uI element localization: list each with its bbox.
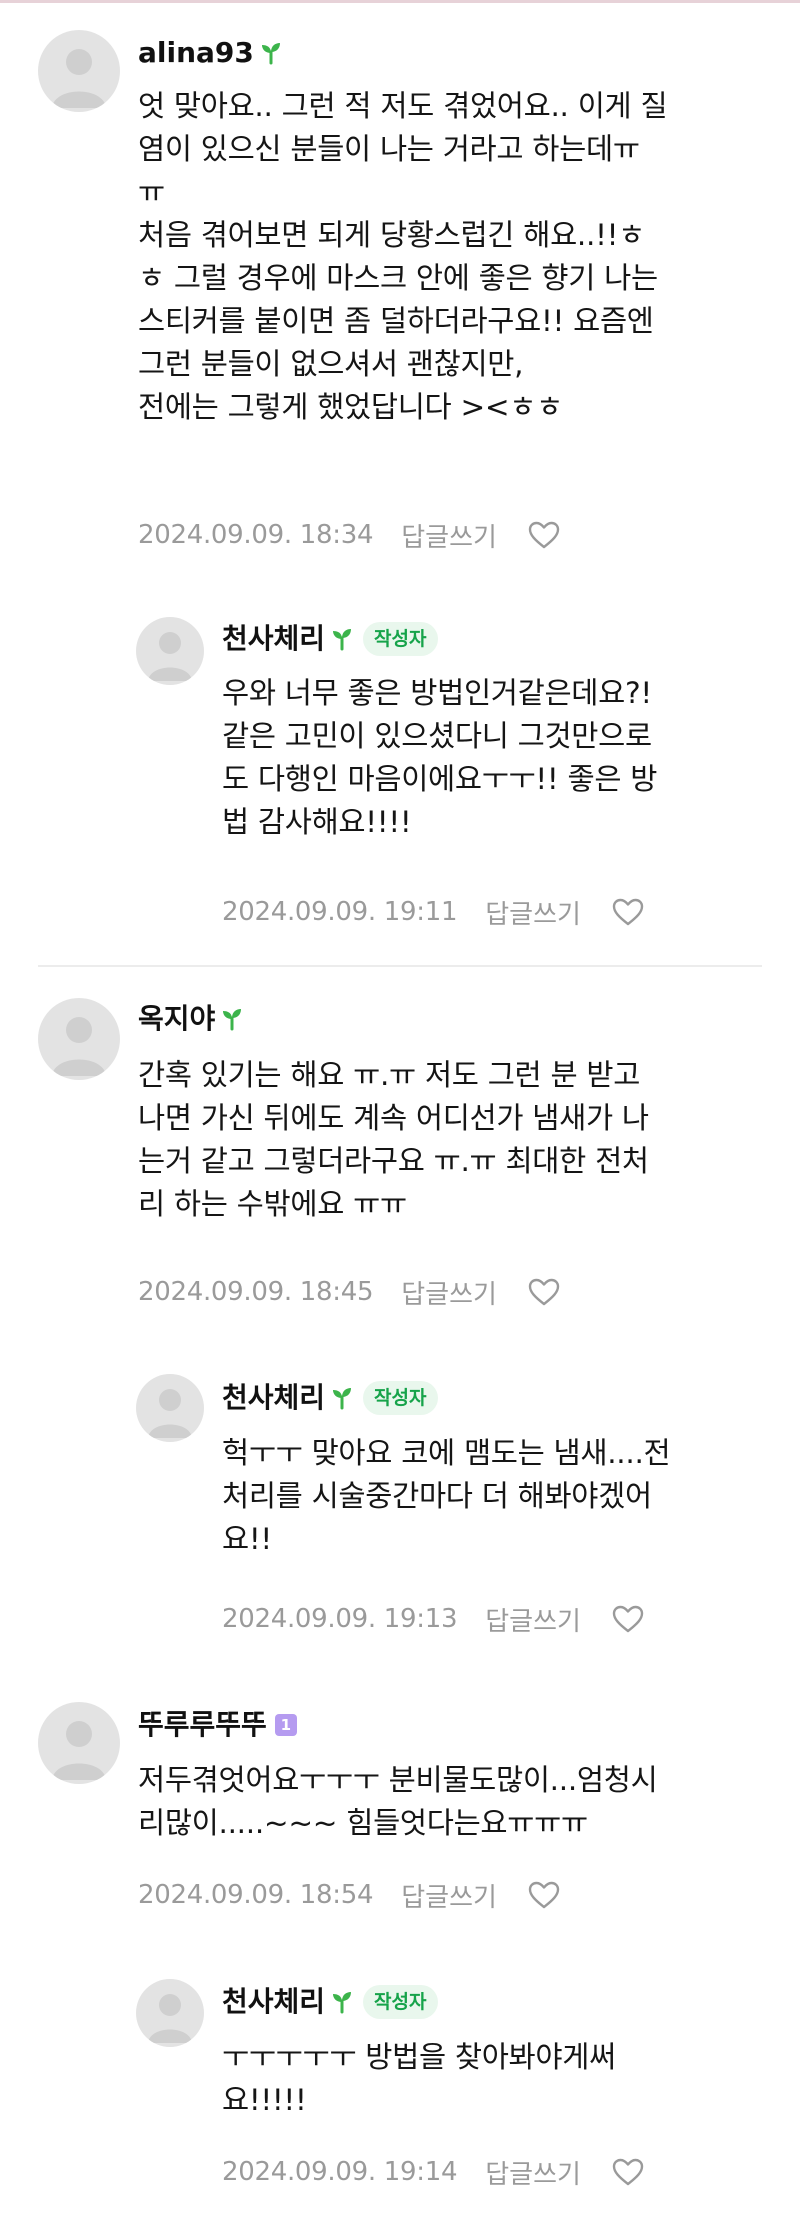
top-border [0, 0, 800, 3]
nickname[interactable]: 천사체리 [222, 619, 325, 659]
avatar[interactable] [38, 998, 120, 1080]
default-avatar-icon [52, 1721, 106, 1780]
heart-icon[interactable] [611, 897, 645, 927]
comment-header: 뚜루루뚜뚜 1 [138, 1705, 297, 1745]
author-badge: 작성자 [363, 622, 438, 656]
comment-body: 저두겪엇어요ㅜㅜㅜ 분비물도많이...엄청시 리많이.....~~~ 힘들엇다는… [138, 1759, 658, 1845]
comment-line: 요!!!!! [222, 2083, 307, 2117]
comment-meta: 2024.09.09. 19:14 답글쓰기 [222, 2152, 645, 2192]
comment-line: ㅠ [138, 175, 165, 209]
comment-line: 염이 있으신 분들이 나는 거라고 하는데ㅠ [138, 132, 640, 166]
comment-line: 같은 고민이 있으셨다니 그것만으로 [222, 719, 652, 753]
comment-date: 2024.09.09. 18:45 [138, 1277, 374, 1307]
comment-line: 헉ㅜㅜ 맞아요 코에 맴도는 냄새....전 [222, 1436, 671, 1470]
heart-icon[interactable] [527, 1880, 561, 1910]
comment-body: ㅜㅜㅜㅜㅜ 방법을 찾아봐야게써 요!!!!! [222, 2036, 616, 2122]
comment-body: 간혹 있기는 해요 ㅠ.ㅠ 저도 그런 분 받고 나면 가신 뒤에도 계속 어디… [138, 1054, 649, 1226]
comment-line: 처리를 시술중간마다 더 해봐야겠어 [222, 1479, 652, 1513]
comment-line: 리 하는 수밖에요 ㅠㅠ [138, 1187, 407, 1221]
comment-meta: 2024.09.09. 18:45 답글쓰기 [138, 1272, 561, 1312]
nickname[interactable]: 옥지야 [138, 999, 215, 1039]
comment-line: 는거 같고 그렇더라구요 ㅠ.ㅠ 최대한 전처 [138, 1144, 649, 1178]
avatar[interactable] [38, 1702, 120, 1784]
sprout-icon [261, 43, 280, 65]
comment-body: 우와 너무 좋은 방법인거같은데요?! 같은 고민이 있으셨다니 그것만으로 도… [222, 672, 657, 844]
avatar[interactable] [38, 30, 120, 112]
heart-icon[interactable] [611, 2157, 645, 2187]
sprout-icon [223, 1009, 242, 1031]
author-badge: 작성자 [363, 1381, 438, 1415]
nickname[interactable]: 천사체리 [222, 1378, 325, 1418]
comment-line: 엇 맞아요.. 그런 적 저도 겪었어요.. 이게 질 [138, 89, 668, 123]
comment-date: 2024.09.09. 19:14 [222, 2157, 458, 2187]
comment-line: 전에는 그렇게 했었답니다 ><ㅎㅎ [138, 390, 563, 424]
sprout-icon [333, 1388, 352, 1410]
reply-button[interactable]: 답글쓰기 [401, 1877, 497, 1914]
comment-header: alina93 [138, 33, 282, 73]
comment-line: ㅜㅜㅜㅜㅜ 방법을 찾아봐야게써 [222, 2040, 616, 2074]
default-avatar-icon [148, 632, 192, 681]
reply-button[interactable]: 답글쓰기 [401, 517, 497, 554]
comment-line: ㅎ 그럴 경우에 마스크 안에 좋은 향기 나는 [138, 261, 658, 295]
avatar[interactable] [136, 1374, 204, 1442]
comment-meta: 2024.09.09. 19:13 답글쓰기 [222, 1599, 645, 1639]
comment-meta: 2024.09.09. 18:54 답글쓰기 [138, 1875, 561, 1915]
default-avatar-icon [148, 1389, 192, 1438]
nickname[interactable]: alina93 [138, 33, 254, 73]
avatar[interactable] [136, 617, 204, 685]
default-avatar-icon [52, 49, 106, 108]
comment-line: 저두겪엇어요ㅜㅜㅜ 분비물도많이...엄청시 [138, 1763, 658, 1797]
default-avatar-icon [52, 1017, 106, 1076]
heart-icon[interactable] [527, 520, 561, 550]
heart-icon[interactable] [611, 1604, 645, 1634]
comment-line: 나면 가신 뒤에도 계속 어디선가 냄새가 나 [138, 1101, 649, 1135]
comment-header: 천사체리 작성자 [222, 619, 438, 659]
author-badge: 작성자 [363, 1985, 438, 2019]
comment-line: 요!! [222, 1522, 272, 1556]
comment-body: 헉ㅜㅜ 맞아요 코에 맴도는 냄새....전 처리를 시술중간마다 더 해봐야겠… [222, 1432, 671, 1561]
comment-date: 2024.09.09. 18:34 [138, 520, 374, 550]
avatar[interactable] [136, 1979, 204, 2047]
comment-meta: 2024.09.09. 18:34 답글쓰기 [138, 515, 561, 555]
rank-badge: 1 [274, 1714, 297, 1736]
comment-date: 2024.09.09. 18:54 [138, 1880, 374, 1910]
comment-line: 도 다행인 마음이에요ㅜㅜ!! 좋은 방 [222, 762, 658, 796]
sprout-icon [333, 629, 352, 651]
reply-button[interactable]: 답글쓰기 [485, 1601, 581, 1638]
sprout-icon [333, 1992, 352, 2014]
comment-header: 천사체리 작성자 [222, 1982, 438, 2022]
comment-line: 리많이.....~~~ 힘들엇다는요ㅠㅠㅠ [138, 1806, 588, 1840]
comment-line: 법 감사해요!!!! [222, 805, 412, 839]
comment-line: 처음 겪어보면 되게 당황스럽긴 해요..!!ㅎ [138, 218, 645, 252]
comment-date: 2024.09.09. 19:13 [222, 1604, 458, 1634]
comment-header: 옥지야 [138, 999, 243, 1039]
comment-header: 천사체리 작성자 [222, 1378, 438, 1418]
comment-meta: 2024.09.09. 19:11 답글쓰기 [222, 892, 645, 932]
nickname[interactable]: 천사체리 [222, 1982, 325, 2022]
comment-body: 엇 맞아요.. 그런 적 저도 겪었어요.. 이게 질 염이 있으신 분들이 나… [138, 85, 668, 429]
comment-date: 2024.09.09. 19:11 [222, 897, 458, 927]
reply-button[interactable]: 답글쓰기 [485, 894, 581, 931]
comment-line: 우와 너무 좋은 방법인거같은데요?! [222, 676, 652, 710]
comment-line: 간혹 있기는 해요 ㅠ.ㅠ 저도 그런 분 받고 [138, 1058, 641, 1092]
comment-line: 그런 분들이 없으셔서 괜찮지만, [138, 347, 524, 381]
heart-icon[interactable] [527, 1277, 561, 1307]
nickname[interactable]: 뚜루루뚜뚜 [138, 1705, 267, 1745]
comment-line: 스티커를 붙이면 좀 덜하더라구요!! 요즘엔 [138, 304, 654, 338]
comment-divider [38, 965, 762, 967]
reply-button[interactable]: 답글쓰기 [401, 1274, 497, 1311]
default-avatar-icon [148, 1994, 192, 2043]
reply-button[interactable]: 답글쓰기 [485, 2154, 581, 2191]
